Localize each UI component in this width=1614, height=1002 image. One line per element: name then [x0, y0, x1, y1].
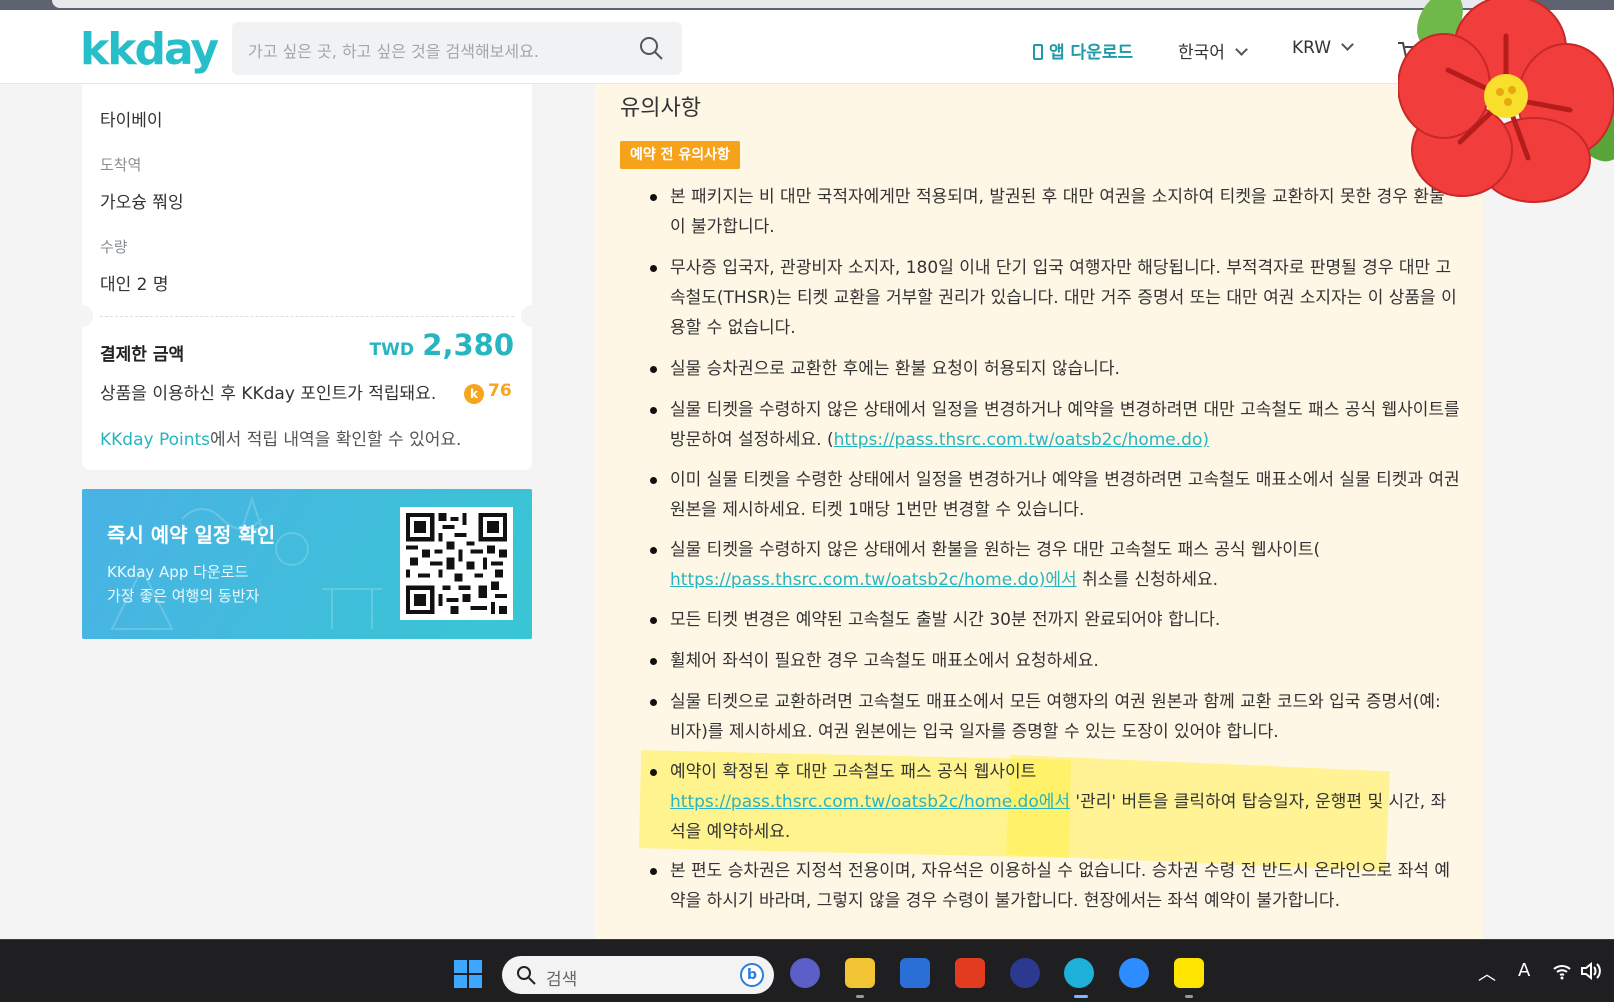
show-hidden-icons-chevron[interactable]: ︿	[1478, 960, 1496, 986]
office-icon[interactable]	[955, 958, 985, 988]
dashed-divider	[100, 316, 514, 317]
note-item: 본 편도 승차권은 지정석 전용이며, 자유석은 이용하실 수 없습니다. 승차…	[650, 856, 1460, 916]
running-indicator	[856, 995, 864, 998]
input-method-indicator[interactable]: A	[1518, 960, 1530, 981]
quantity-value: 대인 2 명	[100, 275, 169, 295]
points-history-text: KKday Points에서 적립 내역을 확인할 수 있어요.	[100, 430, 462, 450]
note-item: 실물 티켓으로 교환하려면 고속철도 매표소에서 모든 여행자의 여권 원본과 …	[650, 687, 1460, 747]
currency-selector[interactable]: KRW	[1292, 38, 1354, 58]
site-header: kkday 가고 싶은 곳, 하고 싶은 것을 검색해보세요. 앱 다운로드 한…	[0, 10, 1614, 84]
windows-taskbar: 검색 b ︿ A	[0, 939, 1614, 1002]
booking-summary-card: 타이베이 도착역 가오슝 쭤잉 수량 대인 2 명 결제한 금액 TWD 2,3…	[71, 84, 543, 470]
paid-amount-label: 결제한 금액	[100, 345, 185, 365]
note-item: 예약이 확정된 후 대만 고속철도 패스 공식 웹사이트 https://pass…	[650, 757, 1460, 847]
departure-value: 타이베이	[100, 111, 163, 131]
note-item: 무사증 입국자, 관광비자 소지자, 180일 이내 단기 입국 여행자만 해당…	[650, 253, 1460, 343]
note-item: 실물 티켓을 수령하지 않은 상태에서 일정을 변경하거나 예약을 변경하려면 …	[650, 395, 1460, 455]
windows-start-icon[interactable]	[454, 960, 482, 988]
kkday-points-link[interactable]: KKday Points	[100, 430, 210, 450]
note-item: 실물 승차권으로 교환한 후에는 환불 요청이 허용되지 않습니다.	[650, 354, 1460, 384]
banner-line2: 가장 좋은 여행의 동반자	[107, 587, 260, 605]
points-value: 76	[488, 381, 512, 401]
chevron-down-icon	[1341, 38, 1354, 51]
running-indicator	[1185, 995, 1193, 998]
browser-top-strip	[0, 0, 1614, 10]
thsr-pass-link[interactable]: https://pass.thsrc.com.tw/oatsb2c/home.d…	[834, 430, 1209, 450]
taskbar-search-input[interactable]: 검색 b	[502, 956, 774, 994]
note-item: 휠체어 좌석이 필요한 경우 고속철도 매표소에서 요청하세요.	[650, 646, 1460, 676]
active-app-indicator	[1074, 995, 1088, 998]
note-item: 본 패키지는 비 대만 국적자에게만 적용되며, 발권된 후 대만 여권을 소지…	[650, 182, 1460, 242]
search-icon	[517, 966, 536, 985]
search-icon[interactable]	[638, 35, 664, 61]
thsr-pass-link[interactable]: https://pass.thsrc.com.tw/oatsb2c/home.d…	[670, 570, 1077, 590]
volume-icon[interactable]	[1580, 962, 1602, 980]
note-item: 실물 티켓을 수령하지 않은 상태에서 환불을 원하는 경우 대만 고속철도 패…	[650, 535, 1460, 595]
search-input[interactable]: 가고 싶은 곳, 하고 싶은 것을 검색해보세요.	[232, 22, 682, 75]
language-selector[interactable]: 한국어	[1178, 38, 1248, 63]
banner-title: 즉시 예약 일정 확인	[107, 523, 276, 547]
edge-browser-icon[interactable]	[1064, 958, 1094, 988]
app-download-banner[interactable]: 즉시 예약 일정 확인 KKday App 다운로드 가장 좋은 여행의 동반자	[82, 489, 532, 639]
paid-currency: TWD	[369, 340, 414, 360]
zoom-icon[interactable]	[1119, 958, 1149, 988]
pre-booking-notes-badge: 예약 전 유의사항	[620, 141, 740, 169]
hibiscus-flower-sticker	[1398, 0, 1614, 203]
search-placeholder: 가고 싶은 곳, 하고 싶은 것을 검색해보세요.	[248, 42, 539, 61]
arrival-label: 도착역	[100, 156, 142, 174]
thsr-pass-link[interactable]: https://pass.thsrc.com.tw/oatsb2c/home.d…	[670, 792, 1070, 812]
banner-line1: KKday App 다운로드	[107, 563, 249, 581]
arrival-value: 가오슝 쭤잉	[100, 193, 184, 213]
notes-title: 유의사항	[620, 96, 701, 121]
bing-icon[interactable]: b	[740, 963, 764, 987]
ticket-notch-left	[71, 305, 93, 327]
qr-code-image	[406, 513, 507, 614]
note-item: 모든 티켓 변경은 예약된 고속철도 출발 시간 30분 전까지 완료되어야 합…	[650, 605, 1460, 635]
note-item: 이미 실물 티켓을 수령한 상태에서 일정을 변경하거나 예약을 변경하려면 고…	[650, 465, 1460, 525]
ticket-notch-right	[521, 305, 543, 327]
qr-code[interactable]	[400, 507, 513, 620]
kkday-logo[interactable]: kkday	[80, 24, 219, 75]
notepad-icon[interactable]	[900, 958, 930, 988]
points-notice: 상품을 이용하신 후 KKday 포인트가 적립돼요.	[100, 384, 437, 404]
file-explorer-icon[interactable]	[845, 958, 875, 988]
taskbar-search-text: 검색	[546, 970, 578, 990]
quantity-label: 수량	[100, 238, 128, 256]
copilot-icon[interactable]	[1010, 958, 1040, 988]
paid-amount: 2,380	[422, 328, 514, 362]
teams-chat-icon[interactable]	[790, 958, 820, 988]
app-download-link[interactable]: 앱 다운로드	[1033, 38, 1133, 63]
phone-icon	[1033, 44, 1043, 60]
kakaotalk-icon[interactable]	[1174, 958, 1204, 988]
wifi-icon[interactable]	[1552, 962, 1572, 980]
kkday-coin-icon: k	[464, 384, 484, 404]
chevron-down-icon	[1235, 43, 1248, 56]
